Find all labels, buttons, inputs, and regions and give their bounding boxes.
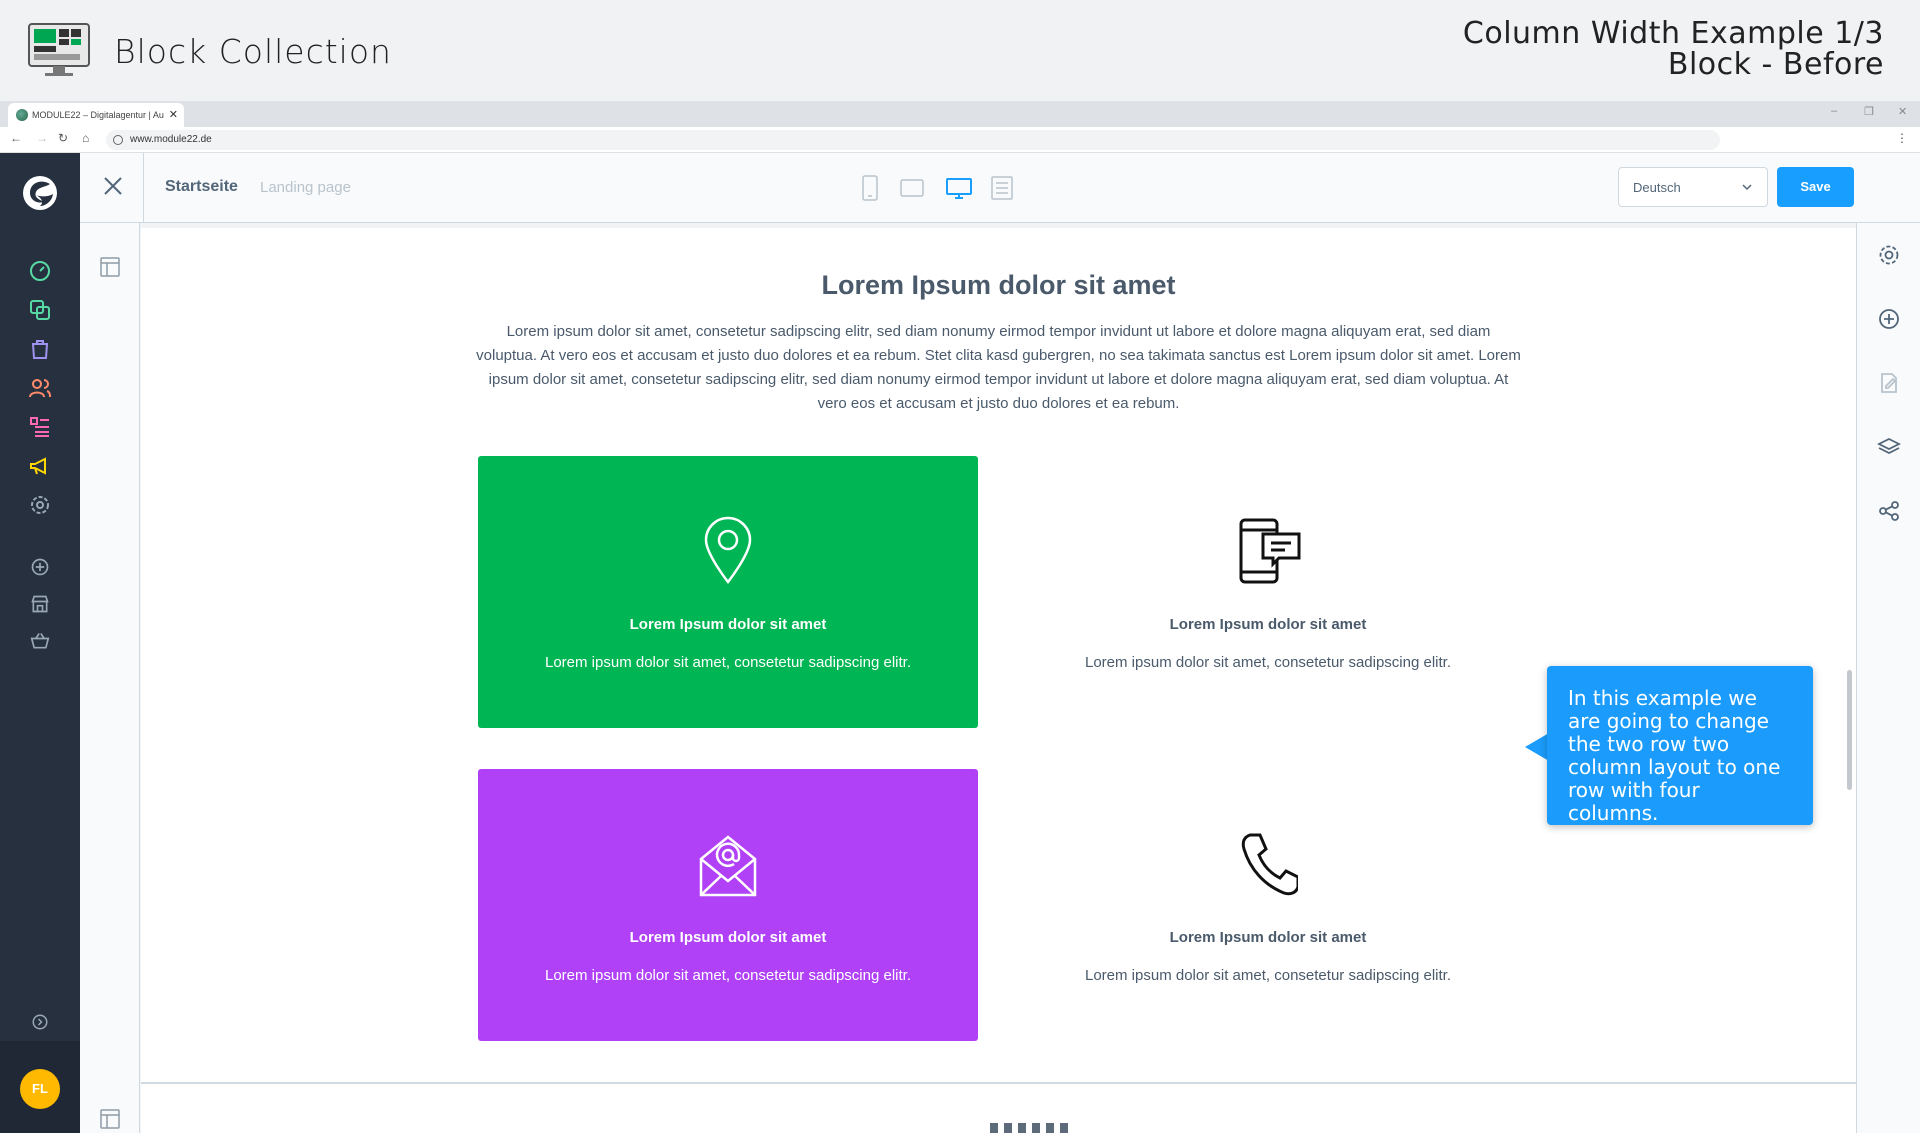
tablet-view-icon[interactable] bbox=[900, 175, 924, 201]
card-text: Lorem ipsum dolor sit amet, consetetur s… bbox=[545, 967, 911, 984]
presentation-subtitle: Column Width Example 1/3 Block - Before bbox=[1463, 18, 1884, 80]
section-divider bbox=[141, 1082, 1856, 1084]
browser-tab-bar: MODULE22 – Digitalagentur | Au ✕ – ❐ ✕ bbox=[0, 101, 1920, 127]
next-section-heading-partial bbox=[990, 1123, 1070, 1133]
feature-card-email[interactable]: Lorem Ipsum dolor sit amet Lorem ipsum d… bbox=[478, 769, 978, 1041]
content-icon[interactable] bbox=[28, 415, 52, 439]
block-rail bbox=[80, 223, 140, 1133]
card-title: Lorem Ipsum dolor sit amet bbox=[1169, 616, 1367, 633]
reload-icon[interactable]: ↻ bbox=[58, 131, 68, 145]
avatar[interactable]: FL bbox=[20, 1069, 60, 1109]
presentation-title: Block Collection bbox=[114, 32, 392, 71]
admin-sidebar bbox=[0, 153, 80, 1133]
minimize-icon[interactable]: – bbox=[1831, 105, 1837, 117]
feature-card-phone[interactable]: Lorem Ipsum dolor sit amet Lorem ipsum d… bbox=[1018, 769, 1518, 1041]
card-text: Lorem ipsum dolor sit amet, consetetur s… bbox=[1085, 967, 1451, 984]
mobile-chat-icon bbox=[1239, 518, 1301, 584]
editor-toolbar: Startseite Landing page Deutsch Save bbox=[80, 153, 1920, 223]
back-icon[interactable]: ← bbox=[10, 131, 22, 145]
monitor-logo-icon bbox=[28, 23, 90, 76]
site-info-icon[interactable] bbox=[113, 135, 123, 145]
card-title: Lorem Ipsum dolor sit amet bbox=[1169, 929, 1367, 946]
browser-tab[interactable]: MODULE22 – Digitalagentur | Au ✕ bbox=[8, 103, 184, 127]
section-title[interactable]: Lorem Ipsum dolor sit amet bbox=[141, 270, 1856, 301]
feature-card-mobile[interactable]: Lorem Ipsum dolor sit amet Lorem ipsum d… bbox=[1018, 456, 1518, 728]
tab-close-icon[interactable]: ✕ bbox=[169, 108, 178, 121]
gear-icon[interactable] bbox=[1877, 243, 1901, 267]
subtitle-line-2: Block - Before bbox=[1667, 47, 1884, 82]
settings-icon[interactable] bbox=[28, 493, 52, 517]
card-text: Lorem ipsum dolor sit amet, consetetur s… bbox=[545, 654, 911, 671]
card-text: Lorem ipsum dolor sit amet, consetetur s… bbox=[1085, 654, 1451, 671]
url-text: www.module22.de bbox=[130, 134, 212, 145]
phone-icon bbox=[1241, 833, 1298, 896]
card-title: Lorem Ipsum dolor sit amet bbox=[629, 929, 827, 946]
customers-icon[interactable] bbox=[28, 376, 52, 400]
catalogue-icon[interactable] bbox=[28, 298, 52, 322]
card-title: Lorem Ipsum dolor sit amet bbox=[629, 616, 827, 633]
feature-card-location[interactable]: Lorem Ipsum dolor sit amet Lorem ipsum d… bbox=[478, 456, 978, 728]
callout-pointer bbox=[1525, 733, 1549, 761]
close-icon[interactable] bbox=[98, 171, 128, 201]
section-layout-icon-2[interactable] bbox=[100, 1109, 120, 1129]
marketing-icon[interactable] bbox=[28, 454, 52, 478]
section-text[interactable]: Lorem ipsum dolor sit amet, consetetur s… bbox=[475, 320, 1522, 416]
home-icon[interactable]: ⌂ bbox=[82, 131, 89, 145]
presentation-header: Block Collection Column Width Example 1/… bbox=[0, 0, 1920, 101]
settings-rail bbox=[1856, 223, 1920, 1133]
mobile-view-icon[interactable] bbox=[862, 175, 878, 201]
email-at-icon bbox=[699, 835, 757, 897]
tutorial-callout: In this example we are going to change t… bbox=[1547, 666, 1813, 825]
save-button[interactable]: Save bbox=[1777, 167, 1854, 207]
favicon-icon bbox=[16, 109, 28, 121]
chevron-down-icon bbox=[1742, 184, 1752, 191]
list-view-icon[interactable] bbox=[991, 175, 1013, 201]
toolbar-divider bbox=[143, 153, 144, 223]
page-name: Startseite bbox=[165, 178, 238, 195]
browser-menu-icon[interactable]: ⋮ bbox=[1896, 131, 1908, 145]
browser-address-bar: ← → ↻ ⌂ www.module22.de ⋮ bbox=[0, 127, 1920, 153]
desktop-view-icon[interactable] bbox=[946, 175, 972, 201]
shopware-logo-icon[interactable] bbox=[20, 173, 60, 213]
subtitle-line-1: Column Width Example 1/3 bbox=[1462, 16, 1884, 51]
section-layout-icon[interactable] bbox=[100, 257, 120, 277]
restore-icon[interactable]: ❐ bbox=[1864, 105, 1874, 118]
forward-icon[interactable]: → bbox=[36, 131, 48, 145]
language-value: Deutsch bbox=[1633, 180, 1681, 195]
window-close-icon[interactable]: ✕ bbox=[1898, 105, 1907, 118]
map-pin-icon bbox=[704, 516, 752, 585]
add-block-icon[interactable] bbox=[1877, 307, 1901, 331]
store-icon[interactable] bbox=[30, 594, 50, 614]
dashboard-icon[interactable] bbox=[28, 259, 52, 283]
orders-icon[interactable] bbox=[28, 337, 52, 361]
url-input[interactable]: www.module22.de bbox=[106, 130, 1720, 150]
tab-title: MODULE22 – Digitalagentur | Au bbox=[32, 110, 164, 120]
canvas-scrollbar[interactable] bbox=[1847, 670, 1852, 790]
add-extension-icon[interactable] bbox=[30, 557, 50, 577]
page-type: Landing page bbox=[260, 179, 351, 196]
basket-icon[interactable] bbox=[30, 631, 50, 651]
share-icon[interactable] bbox=[1877, 499, 1901, 523]
layers-icon[interactable] bbox=[1877, 435, 1901, 459]
edit-document-icon[interactable] bbox=[1877, 371, 1901, 395]
expand-sidebar-icon[interactable] bbox=[31, 1013, 49, 1031]
language-select[interactable]: Deutsch bbox=[1618, 167, 1768, 207]
